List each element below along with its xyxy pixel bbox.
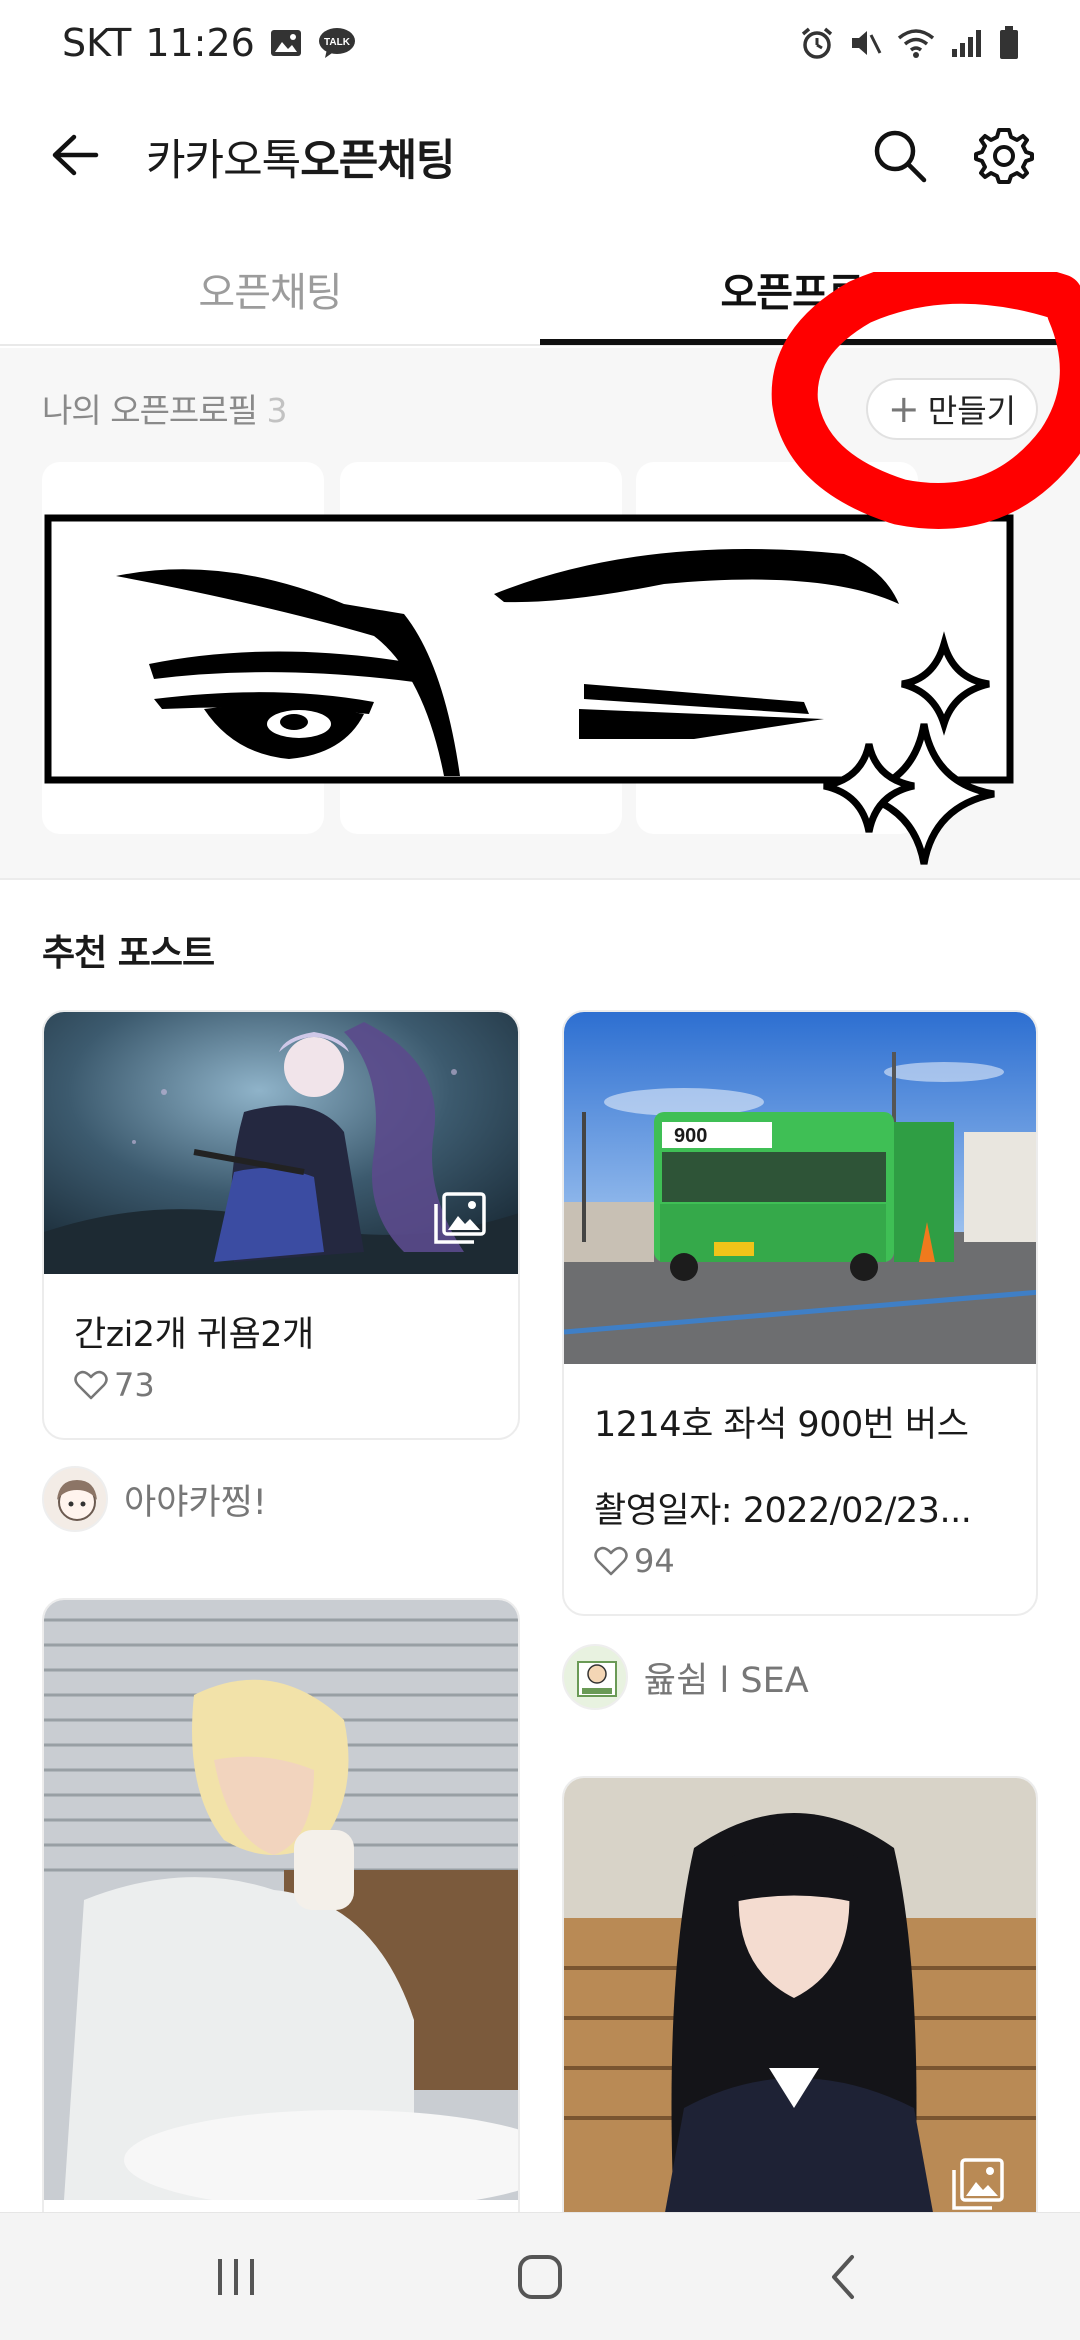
alarm-icon xyxy=(800,26,834,60)
back-nav-button[interactable] xyxy=(812,2245,876,2309)
title-bold: 오픈채팅 xyxy=(300,136,455,186)
talk-notification-icon: TALK xyxy=(317,27,357,59)
post-image xyxy=(564,1778,1036,2218)
status-bar: SKT 11:26 TALK xyxy=(0,0,1080,86)
post-likes: 94 xyxy=(594,1542,675,1580)
signal-icon xyxy=(950,27,984,59)
post-text: 간zi2개 귀욤2개 xyxy=(74,1315,314,1355)
status-right xyxy=(800,25,1020,61)
system-nav-bar xyxy=(0,2212,1080,2340)
recent-apps-icon xyxy=(218,2259,254,2295)
search-icon xyxy=(874,130,927,183)
post-likes: 73 xyxy=(74,1366,155,1404)
red-annotation-circle xyxy=(771,272,1080,529)
gallery-notification-icon xyxy=(269,28,303,58)
heart-icon xyxy=(594,1546,628,1576)
app-header: 카카오톡오픈채팅 xyxy=(0,100,1080,210)
post-card[interactable]: 900 1214호 좌석 900번 버스 촬영일자: 2022/02/23...… xyxy=(562,1010,1038,1616)
home-icon xyxy=(518,2255,562,2299)
post-card[interactable]: 간zi2개 귀욤2개 73 xyxy=(42,1010,520,1440)
carrier-label: SKT xyxy=(62,21,132,65)
clock: 11:26 xyxy=(145,21,255,65)
search-button[interactable] xyxy=(868,124,932,188)
likes-count: 94 xyxy=(634,1542,675,1580)
post-card[interactable] xyxy=(562,1776,1038,2256)
my-open-profile-label: 나의 오픈프로필 3 xyxy=(42,384,288,432)
home-button[interactable] xyxy=(508,2245,572,2309)
mute-icon xyxy=(848,26,882,60)
author-name: 윮쉼 l SEA xyxy=(644,1660,809,1701)
avatar xyxy=(562,1644,628,1710)
settings-button[interactable] xyxy=(972,124,1036,188)
anime-eyes-sticker xyxy=(44,514,1014,865)
likes-count: 73 xyxy=(114,1366,155,1404)
avatar xyxy=(42,1466,108,1532)
title-prefix: 카카오톡 xyxy=(146,136,301,186)
status-left: SKT 11:26 TALK xyxy=(62,21,357,65)
my-profile-count: 3 xyxy=(266,391,288,430)
gear-icon xyxy=(974,128,1034,184)
post-image: 900 xyxy=(564,1012,1036,1364)
battery-icon xyxy=(998,25,1020,61)
post-author[interactable]: 윮쉼 l SEA xyxy=(562,1644,809,1710)
my-profile-label-text: 나의 오픈프로필 xyxy=(42,391,258,430)
author-name: 아야카찡! xyxy=(124,1482,267,1523)
recent-apps-button[interactable] xyxy=(204,2245,268,2309)
svg-text:TALK: TALK xyxy=(324,37,351,48)
recommended-posts-title: 추천 포스트 xyxy=(42,933,215,974)
post-card[interactable] xyxy=(42,1598,520,2248)
post-text-line1: 1214호 좌석 900번 버스 xyxy=(594,1405,969,1445)
tab-open-chat[interactable]: 오픈채팅 xyxy=(0,260,540,318)
wifi-icon xyxy=(896,26,936,60)
post-text-line2: 촬영일자: 2022/02/23... xyxy=(594,1491,972,1531)
post-image xyxy=(44,1600,518,2200)
page-title: 카카오톡오픈채팅 xyxy=(146,126,456,188)
post-author[interactable]: 아야카찡! xyxy=(42,1466,267,1532)
chevron-left-icon xyxy=(832,2255,854,2299)
svg-text:900: 900 xyxy=(674,1125,707,1147)
arrow-left-icon xyxy=(52,134,99,176)
gallery-icon xyxy=(432,1190,488,1246)
heart-icon xyxy=(74,1370,108,1400)
gallery-icon xyxy=(950,2156,1006,2212)
back-button[interactable] xyxy=(44,124,106,186)
